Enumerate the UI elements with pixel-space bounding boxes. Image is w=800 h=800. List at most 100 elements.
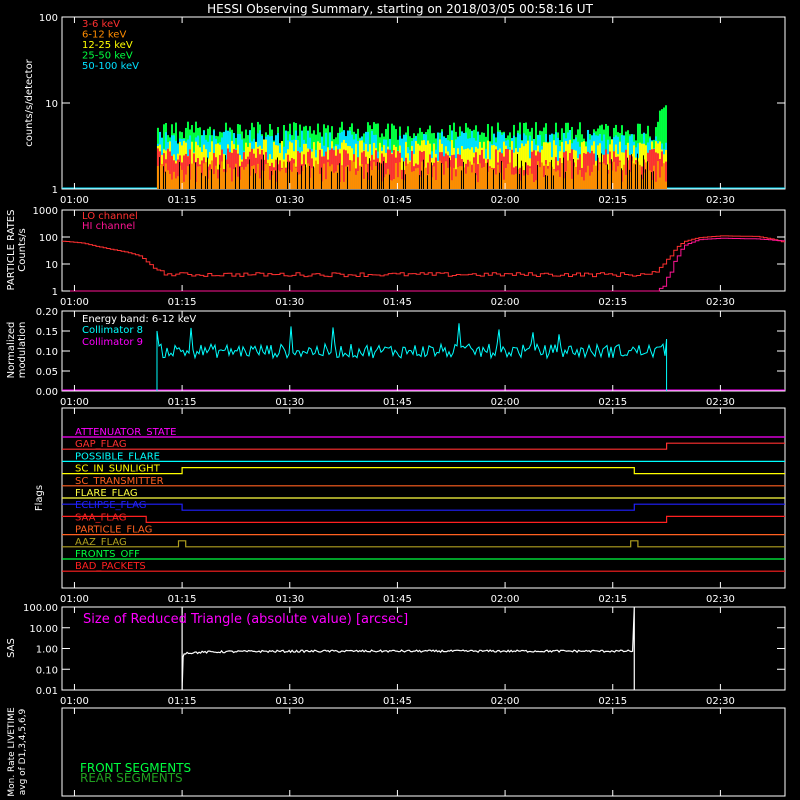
count-rate-gap (626, 157, 628, 189)
count-rate-bar (416, 167, 419, 189)
particle-rate-y-ticks: 1 10 100 1000 (33, 206, 785, 298)
count-rate-bar (436, 162, 439, 189)
count-rate-bar (578, 169, 581, 189)
count-rate-gap (380, 163, 382, 189)
x-tick-label: 02:15 (598, 297, 627, 308)
count-rate-bar (236, 176, 239, 189)
count-rate-bar (184, 174, 187, 189)
count-rate-gap (178, 161, 180, 189)
count-rate-bar (374, 165, 377, 189)
count-rate-gap (378, 162, 380, 189)
y-tick-label: 10 (45, 260, 58, 271)
count-rate-bar (414, 168, 417, 189)
x-tick-label: 01:30 (275, 195, 304, 206)
count-rate-gap (254, 173, 256, 189)
count-rate-gap (300, 165, 302, 189)
count-rate-bar (250, 166, 253, 189)
count-rate-bar (526, 175, 529, 189)
count-rate-bar (282, 161, 285, 189)
particle-rate-panel: 1 10 100 1000 01:00 01:15 01:30 01:45 02:00 02:1… (6, 206, 786, 308)
particle-rate-legend: LO channelHI channel (82, 211, 138, 232)
count-rate-bar (174, 178, 177, 189)
count-rate-bar (592, 164, 595, 189)
count-rate-gap (330, 171, 332, 189)
flag-label-aaz-flag: AAZ_FLAG (75, 537, 127, 548)
count-rate-bar (622, 164, 625, 189)
count-rate-bar (372, 161, 375, 189)
count-rate-bar (230, 181, 233, 189)
count-rate-bar (182, 181, 185, 189)
count-rate-gap (224, 155, 226, 189)
count-rate-bar (348, 171, 351, 189)
count-rate-bar (358, 165, 361, 189)
count-rate-bar (664, 181, 667, 189)
legend-hi-channel: HI channel (82, 221, 135, 232)
modulation-ylabel-line1: Normalized (6, 322, 17, 379)
count-rate-gap (448, 157, 450, 189)
count-rate-gap (360, 166, 362, 189)
flag-line-aaz-flag (62, 540, 785, 548)
count-rate-bar (506, 163, 509, 189)
count-rate-gap (564, 171, 566, 189)
count-rate-bar (266, 162, 269, 189)
y-tick-label: 1 (52, 185, 58, 196)
count-rate-bar (350, 160, 353, 189)
count-rate-bar (356, 170, 359, 189)
legend-rear-segments: REAR SEGMENTS (80, 771, 183, 785)
y-tick-label: 0.10 (36, 665, 58, 676)
y-tick-label: 100 (39, 13, 58, 24)
count-rate-bar (278, 171, 281, 189)
count-rate-bar (438, 160, 441, 189)
x-tick-label: 02:30 (706, 397, 735, 408)
count-rate-gap (520, 160, 522, 189)
count-rate-bar (566, 160, 569, 189)
count-rate-bar (598, 163, 601, 189)
count-rate-gap (188, 164, 190, 189)
count-rate-bar (390, 180, 393, 189)
count-rate-bar (452, 167, 455, 189)
x-tick-label: 02:00 (491, 696, 520, 707)
y-tick-label: 1000 (33, 206, 58, 217)
count-rate-gap (402, 161, 404, 189)
livetime-panel: Mon. Rate LIVETIME avg of D1,3,4,5,6,9 F… (7, 707, 786, 797)
count-rate-bar (334, 171, 337, 189)
x-tick-label: 01:30 (275, 594, 304, 605)
x-tick-label: 02:30 (706, 195, 735, 206)
count-rate-bar (570, 178, 573, 189)
count-rate-gap (312, 166, 314, 189)
modulation-ylabel-line2: modulation (17, 322, 28, 379)
x-tick-label: 01:00 (60, 594, 89, 605)
flag-line-gap-flag (62, 442, 785, 450)
count-rate-bar (594, 165, 597, 189)
count-rate-bar (582, 180, 585, 189)
x-tick-label: 01:45 (383, 195, 412, 206)
count-rate-legend: 3-6 keV6-12 keV12-25 keV25-50 keV50-100 … (82, 19, 139, 72)
count-rate-gap (462, 161, 464, 189)
count-rate-bar (618, 161, 621, 189)
x-tick-label: 01:00 (60, 297, 89, 308)
flag-label-saa-flag: SAA_FLAG (75, 512, 126, 523)
x-tick-label: 02:15 (598, 594, 627, 605)
count-rate-bar (176, 176, 179, 189)
count-rate-bar (362, 178, 365, 189)
count-rate-gap (620, 168, 622, 189)
count-rate-bar (326, 162, 329, 189)
count-rate-bar (658, 177, 661, 189)
count-rate-gap (210, 169, 212, 189)
count-rate-bar (316, 164, 319, 189)
x-tick-label: 02:15 (598, 195, 627, 206)
livetime-ylabel-line1: Mon. Rate LIVETIME (7, 707, 17, 797)
count-rate-bar (292, 163, 295, 189)
count-rate-bar (332, 172, 335, 189)
count-rate-bar (496, 164, 499, 189)
count-rate-bar (166, 170, 169, 189)
count-rate-bar (554, 171, 557, 189)
count-rate-bar (538, 167, 541, 189)
flags-ylabel: Flags (34, 485, 45, 511)
count-rate-gap (370, 175, 372, 189)
count-rate-gap (336, 172, 338, 189)
count-rate-gap (600, 153, 602, 189)
count-rate-bar (478, 163, 481, 189)
flag-label-sc-transmitter: SC_TRANSMITTER (75, 476, 164, 487)
count-rate-bar (190, 163, 193, 189)
